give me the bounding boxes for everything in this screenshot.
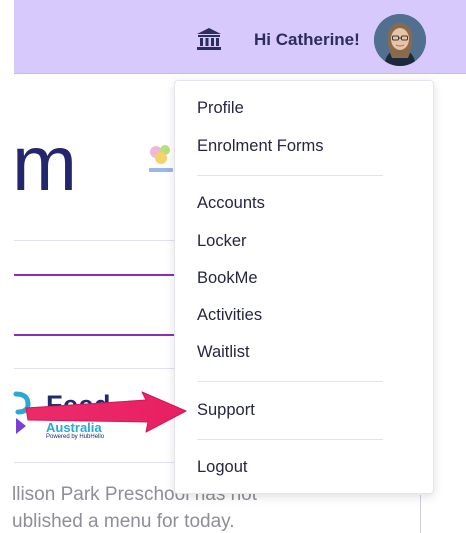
menu-item-support[interactable]: Support — [197, 401, 255, 420]
divider — [14, 368, 174, 369]
menu-item-activities[interactable]: Activities — [197, 306, 262, 325]
menu-item-bookme[interactable]: BookMe — [197, 269, 258, 288]
purple-divider — [14, 334, 174, 336]
menu-item-logout[interactable]: Logout — [197, 458, 247, 477]
feed-logo-icon — [13, 391, 31, 434]
bank-icon[interactable] — [196, 27, 222, 51]
purple-divider — [14, 274, 174, 276]
school-logo — [149, 145, 173, 172]
menu-message-line-2: ublished a menu for today. — [12, 511, 235, 532]
menu-divider — [197, 381, 383, 382]
feed-logo-powered-by: Powered by HubHello — [46, 434, 105, 440]
menu-item-profile[interactable]: Profile — [197, 99, 244, 118]
vertical-divider — [420, 495, 421, 533]
feed-logo-subtitle: Australia — [46, 420, 102, 435]
menu-item-waitlist[interactable]: Waitlist — [197, 343, 250, 362]
avatar-image — [374, 14, 426, 66]
menu-item-locker[interactable]: Locker — [197, 232, 247, 251]
divider — [14, 240, 174, 241]
page-heading-fragment: m — [12, 119, 77, 207]
menu-divider — [197, 439, 383, 440]
menu-divider — [197, 175, 383, 176]
user-greeting[interactable]: Hi Catherine! — [254, 30, 360, 50]
user-dropdown-menu: Profile Enrolment Forms Accounts Locker … — [174, 80, 434, 494]
menu-item-enrolment-forms[interactable]: Enrolment Forms — [197, 137, 324, 156]
avatar[interactable] — [374, 14, 426, 66]
menu-item-accounts[interactable]: Accounts — [197, 194, 265, 213]
page: Hi Catherine! m Feed Australia Powered b… — [0, 0, 466, 533]
feed-logo-text: Feed — [46, 390, 112, 420]
